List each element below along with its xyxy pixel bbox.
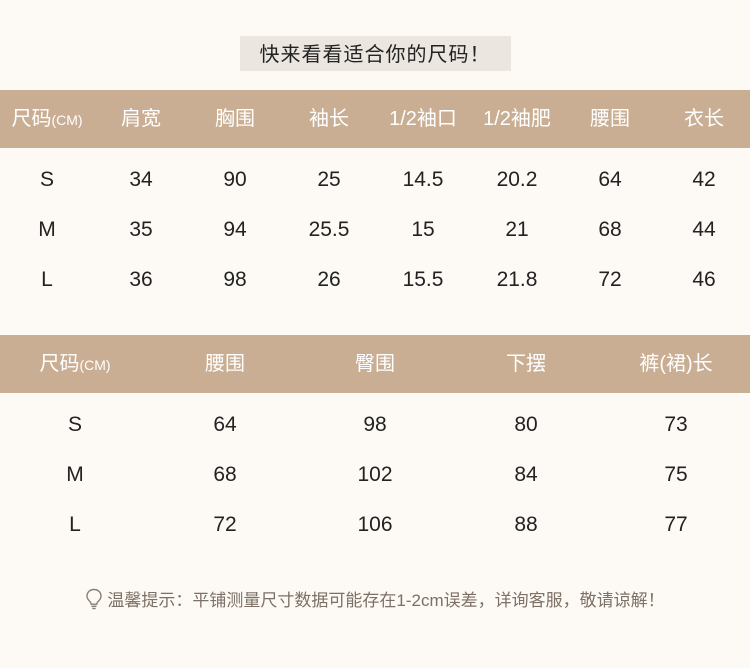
table2-header-length: 裤(裙)长 [639,353,713,375]
page-title: 快来看看适合你的尺码！ [239,36,511,71]
table1-cell: 98 [223,268,247,291]
table1-cell: 46 [692,268,716,291]
table2-size-label: 尺码 [39,353,80,375]
table2-cell: 72 [213,513,237,536]
table1-header-sleeve: 袖长 [309,108,349,130]
table2-cell: 73 [664,413,688,436]
table1-size-label: 尺码 [11,108,52,130]
table1-cell: 90 [223,168,247,191]
table1-cell: L [41,268,53,291]
table2-cell: 77 [664,513,688,536]
table2-header: 尺码(CM) 腰围 臀围 下摆 裤(裙)长 [0,335,750,393]
table1-cell: 36 [129,268,153,291]
table1-header-bicep: 1/2袖肥 [483,108,551,130]
table1-cell: 26 [317,268,341,291]
table1-row: L 36 98 26 15.5 21.8 72 46 [0,255,750,305]
table1-cell: 42 [692,168,716,191]
table2-row: M 68 102 84 75 [0,450,750,500]
table1-size-unit: (CM) [51,112,83,128]
table1-cell: 21 [505,218,529,241]
table1-header-size: 尺码(CM) [11,90,82,149]
table1-cell: 34 [129,168,153,191]
table1-cell: M [38,218,56,241]
lightbulb-icon [86,588,103,610]
table1-cell: S [39,168,55,191]
table2-cell: L [69,513,81,536]
table2-row: S 64 98 80 73 [0,400,750,450]
table1-cell: 15 [411,218,435,241]
table1-row: M 35 94 25.5 15 21 68 44 [0,205,750,255]
table2-cell: 84 [514,463,538,486]
tip-line: 温馨提示：平铺测量尺寸数据可能存在1-2cm误差，详询客服，敬请谅解！ [0,586,750,611]
table1-cell: 72 [598,268,622,291]
table1-cell: 94 [223,218,247,241]
table2-header-hip: 臀围 [355,353,395,375]
table1-cell: 44 [692,218,716,241]
table1-cell: 15.5 [402,268,444,291]
table2-cell: 80 [514,413,538,436]
table1-cell: 20.2 [496,168,538,191]
table1-cell: 35 [129,218,153,241]
table1-header-cuff: 1/2袖口 [389,108,457,130]
table1-row: S 34 90 25 14.5 20.2 64 42 [0,155,750,205]
table2-cell: 64 [213,413,237,436]
tip-text: 温馨提示：平铺测量尺寸数据可能存在1-2cm误差，详询客服，敬请谅解！ [107,591,665,610]
table1-cell: 14.5 [402,168,444,191]
table2-cell: S [67,413,83,436]
table2-header-waist: 腰围 [205,353,245,375]
table1-cell: 25.5 [308,218,350,241]
table1-cell: 21.8 [496,268,538,291]
table2-row: L 72 106 88 77 [0,500,750,550]
title-wrap: 快来看看适合你的尺码！ [0,36,750,71]
table2-cell: 98 [363,413,387,436]
table2-header-size: 尺码(CM) [39,335,110,394]
table1-cell: 64 [598,168,622,191]
table1-header-length: 衣长 [684,108,724,130]
table2-cell: 75 [664,463,688,486]
table2-cell: M [66,463,84,486]
table1-cell: 68 [598,218,622,241]
table1-header-waist: 腰围 [590,108,630,130]
table2-cell: 102 [357,463,393,486]
table2-header-hem: 下摆 [506,353,546,375]
table1-header-chest: 胸围 [215,108,255,130]
table2-cell: 88 [514,513,538,536]
table1-header: 尺码(CM) 肩宽 胸围 袖长 1/2袖口 1/2袖肥 腰围 衣长 [0,90,750,148]
table2-cell: 106 [357,513,393,536]
table1-header-shoulder: 肩宽 [121,108,161,130]
table1-cell: 25 [317,168,341,191]
table2-size-unit: (CM) [79,357,111,373]
table2-cell: 68 [213,463,237,486]
